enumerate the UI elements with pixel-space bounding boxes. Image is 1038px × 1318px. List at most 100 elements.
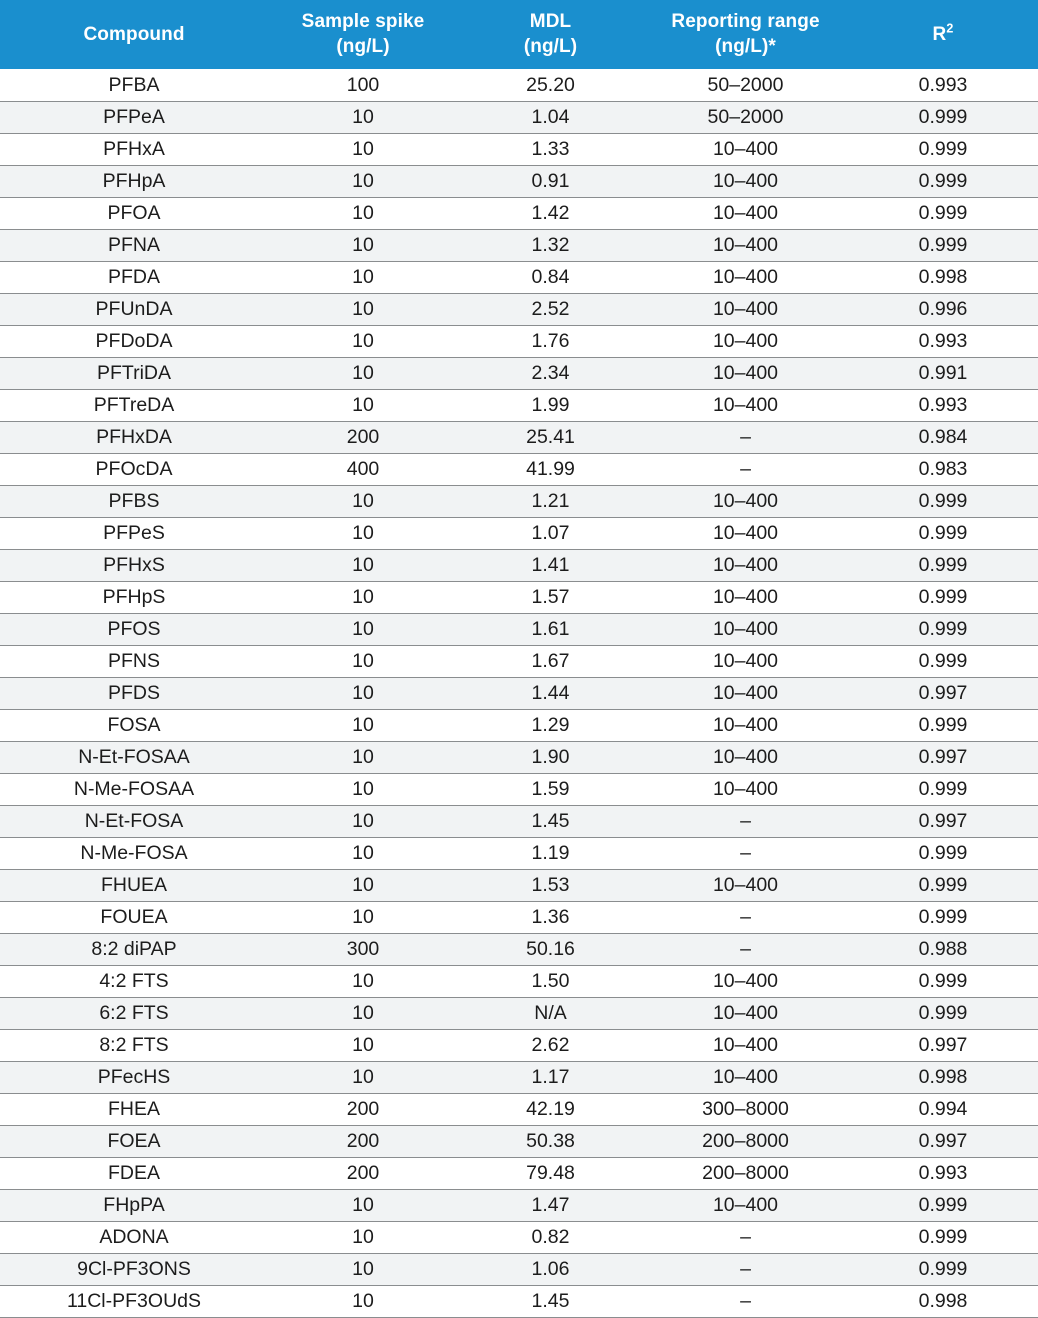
cell-r2: 0.999 bbox=[848, 133, 1038, 166]
cell-mdl: 1.44 bbox=[458, 677, 643, 710]
cell-compound: FHpPA bbox=[0, 1189, 268, 1222]
cell-reporting-range: – bbox=[643, 805, 848, 838]
cell-r2: 0.999 bbox=[848, 1189, 1038, 1222]
cell-reporting-range: – bbox=[643, 421, 848, 454]
table-row: PFOcDA 400 41.99–0.983 bbox=[0, 453, 1038, 486]
cell-sample-spike: 10 bbox=[268, 741, 458, 774]
cell-mdl: 1.32 bbox=[458, 229, 643, 262]
cell-compound: FHUEA bbox=[0, 869, 268, 902]
cell-mdl: 1.61 bbox=[458, 613, 643, 646]
table-row: FHEA 200 42.19 300–8000 0.994 bbox=[0, 1093, 1038, 1126]
cell-compound: PFUnDA bbox=[0, 293, 268, 326]
table-row: PFBS 10 1.21 10–400 0.999 bbox=[0, 485, 1038, 518]
cell-mdl: 1.21 bbox=[458, 485, 643, 518]
cell-sample-spike: 200 bbox=[268, 1157, 458, 1190]
cell-r2: 0.999 bbox=[848, 709, 1038, 742]
cell-r2: 0.999 bbox=[848, 229, 1038, 262]
cell-r2: 0.993 bbox=[848, 325, 1038, 358]
table-row: PFHpS 10 1.57 10–400 0.999 bbox=[0, 581, 1038, 614]
cell-mdl: 1.99 bbox=[458, 389, 643, 422]
cell-sample-spike: 10 bbox=[268, 965, 458, 998]
cell-mdl: 1.06 bbox=[458, 1253, 643, 1286]
cell-sample-spike: 300 bbox=[268, 933, 458, 966]
cell-mdl: 1.53 bbox=[458, 869, 643, 902]
cell-mdl: 1.42 bbox=[458, 197, 643, 230]
cell-reporting-range: 10–400 bbox=[643, 197, 848, 230]
table-row: 9Cl-PF3ONS 10 1.06–0.999 bbox=[0, 1253, 1038, 1286]
cell-reporting-range: 10–400 bbox=[643, 293, 848, 326]
cell-compound: PFBS bbox=[0, 485, 268, 518]
cell-mdl: 0.84 bbox=[458, 261, 643, 294]
cell-mdl: 1.57 bbox=[458, 581, 643, 614]
cell-r2: 0.998 bbox=[848, 261, 1038, 294]
cell-mdl: 1.17 bbox=[458, 1061, 643, 1094]
cell-sample-spike: 10 bbox=[268, 261, 458, 294]
cell-compound: PFHxDA bbox=[0, 421, 268, 454]
cell-reporting-range: – bbox=[643, 1285, 848, 1318]
cell-sample-spike: 10 bbox=[268, 325, 458, 358]
cell-reporting-range: – bbox=[643, 901, 848, 934]
cell-reporting-range: – bbox=[643, 1221, 848, 1254]
cell-sample-spike: 10 bbox=[268, 549, 458, 582]
cell-sample-spike: 10 bbox=[268, 869, 458, 902]
cell-r2: 0.983 bbox=[848, 453, 1038, 486]
cell-r2: 0.993 bbox=[848, 69, 1038, 102]
cell-sample-spike: 10 bbox=[268, 773, 458, 806]
table-row: PFHpA 10 0.91 10–400 0.999 bbox=[0, 165, 1038, 198]
table-row: PFHxA 10 1.33 10–400 0.999 bbox=[0, 133, 1038, 166]
cell-reporting-range: 10–400 bbox=[643, 1189, 848, 1222]
cell-compound: PFDoDA bbox=[0, 325, 268, 358]
cell-sample-spike: 10 bbox=[268, 165, 458, 198]
cell-sample-spike: 10 bbox=[268, 997, 458, 1030]
cell-mdl: 0.82 bbox=[458, 1221, 643, 1254]
cell-reporting-range: 10–400 bbox=[643, 677, 848, 710]
cell-mdl: 1.07 bbox=[458, 517, 643, 550]
table-row: PFOA 10 1.42 10–400 0.999 bbox=[0, 197, 1038, 230]
cell-reporting-range: 10–400 bbox=[643, 325, 848, 358]
cell-reporting-range: 10–400 bbox=[643, 229, 848, 262]
table-row: N-Et-FOSA 10 1.45–0.997 bbox=[0, 805, 1038, 838]
cell-mdl: 2.62 bbox=[458, 1029, 643, 1062]
cell-sample-spike: 200 bbox=[268, 1125, 458, 1158]
table-row: PFPeA 10 1.04 50–2000 0.999 bbox=[0, 101, 1038, 134]
cell-r2: 0.999 bbox=[848, 1253, 1038, 1286]
table-row: PFDoDA 10 1.76 10–400 0.993 bbox=[0, 325, 1038, 358]
cell-reporting-range: – bbox=[643, 453, 848, 486]
cell-reporting-range: 10–400 bbox=[643, 357, 848, 390]
cell-r2: 0.999 bbox=[848, 165, 1038, 198]
table-row: 8:2 diPAP 300 50.16–0.988 bbox=[0, 933, 1038, 966]
cell-reporting-range: 10–400 bbox=[643, 645, 848, 678]
cell-mdl: 79.48 bbox=[458, 1157, 643, 1190]
cell-r2: 0.988 bbox=[848, 933, 1038, 966]
cell-mdl: 42.19 bbox=[458, 1093, 643, 1126]
cell-mdl: 1.59 bbox=[458, 773, 643, 806]
cell-reporting-range: – bbox=[643, 837, 848, 870]
cell-sample-spike: 10 bbox=[268, 677, 458, 710]
cell-r2: 0.997 bbox=[848, 741, 1038, 774]
cell-sample-spike: 10 bbox=[268, 133, 458, 166]
cell-mdl: 1.45 bbox=[458, 805, 643, 838]
cell-sample-spike: 10 bbox=[268, 901, 458, 934]
table-row: PFecHS 10 1.17 10–400 0.998 bbox=[0, 1061, 1038, 1094]
cell-sample-spike: 10 bbox=[268, 229, 458, 262]
table-row: PFOS 10 1.61 10–400 0.999 bbox=[0, 613, 1038, 646]
cell-reporting-range: 10–400 bbox=[643, 581, 848, 614]
cell-reporting-range: – bbox=[643, 933, 848, 966]
cell-compound: 8:2 diPAP bbox=[0, 933, 268, 966]
cell-compound: PFHpS bbox=[0, 581, 268, 614]
cell-reporting-range: 10–400 bbox=[643, 133, 848, 166]
pfas-method-performance-table: Compound Sample spike (ng/L) MDL (ng/L) … bbox=[0, 0, 1038, 1318]
table-row: PFHxDA 200 25.41–0.984 bbox=[0, 421, 1038, 454]
column-header-mdl-units: (ng/L) bbox=[523, 36, 578, 58]
cell-reporting-range: 10–400 bbox=[643, 965, 848, 998]
cell-compound: PFNS bbox=[0, 645, 268, 678]
cell-r2: 0.999 bbox=[848, 645, 1038, 678]
cell-mdl: 2.34 bbox=[458, 357, 643, 390]
cell-reporting-range: 10–400 bbox=[643, 709, 848, 742]
column-header-r2-base: R bbox=[932, 23, 947, 45]
cell-mdl: 1.36 bbox=[458, 901, 643, 934]
cell-sample-spike: 10 bbox=[268, 1285, 458, 1318]
column-header-sample-spike: Sample spike (ng/L) bbox=[268, 0, 458, 70]
cell-r2: 0.999 bbox=[848, 517, 1038, 550]
cell-r2: 0.999 bbox=[848, 101, 1038, 134]
